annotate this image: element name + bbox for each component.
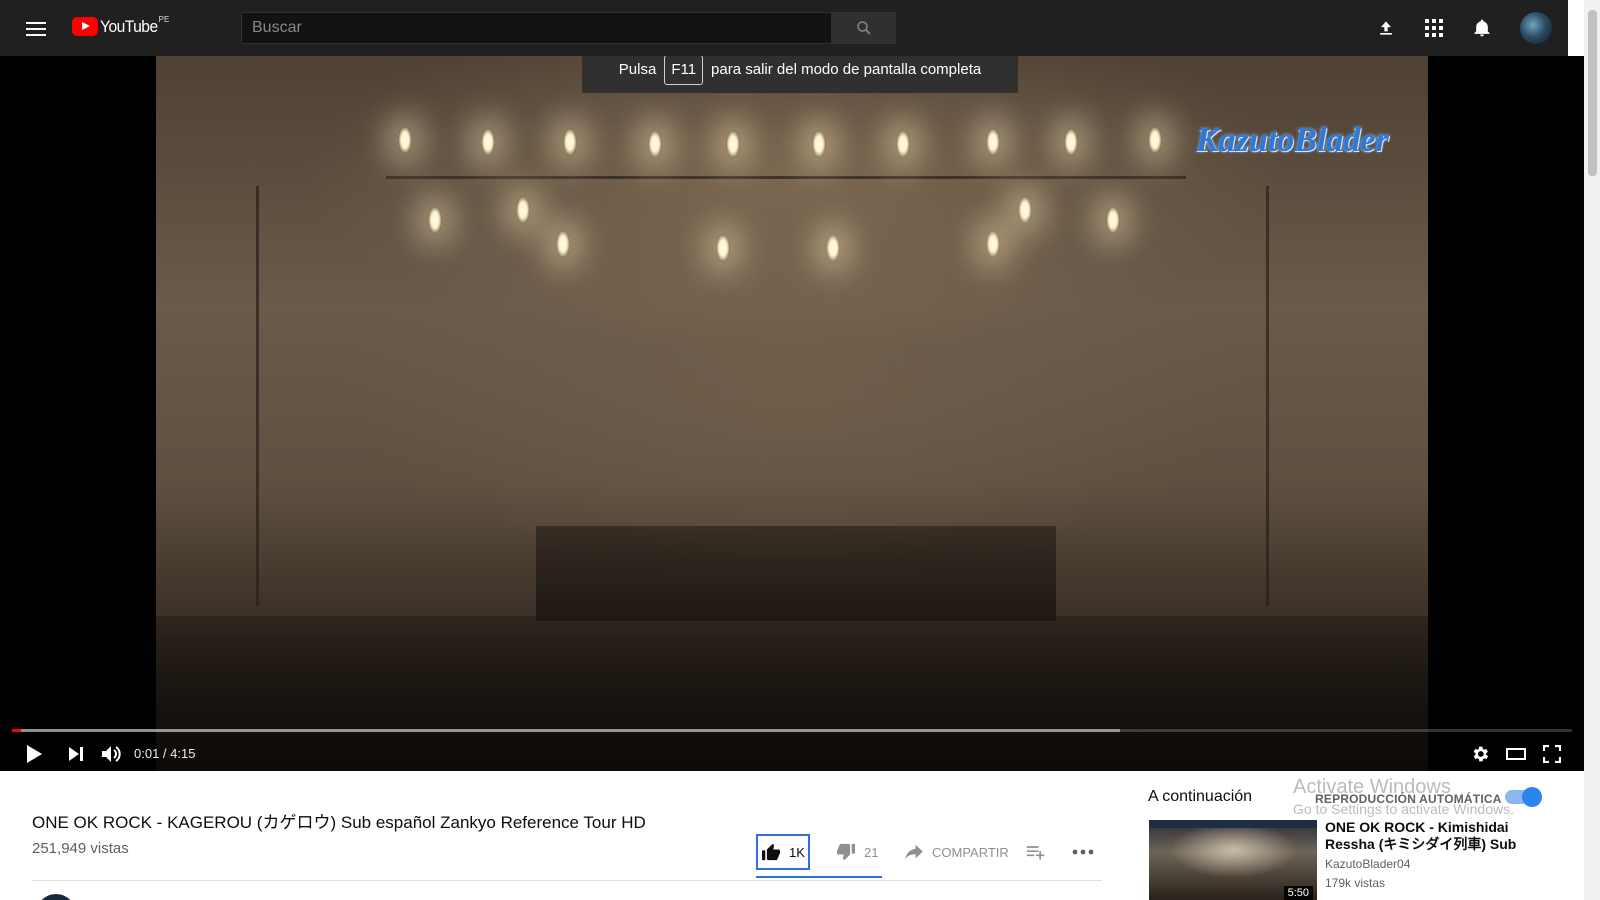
volume-icon[interactable] xyxy=(98,740,126,768)
played-fill xyxy=(12,729,22,732)
video-player[interactable]: KazutoBlader Pulsa F11 para salir del mo… xyxy=(0,56,1584,771)
stage-light xyxy=(812,130,826,158)
dislike-button[interactable]: 21 xyxy=(836,834,878,870)
recommended-video-channel[interactable]: KazutoBlader04 xyxy=(1325,857,1410,871)
autoplay-toggle[interactable] xyxy=(1505,787,1542,807)
logo-text: YouTube xyxy=(100,17,158,36)
play-icon[interactable] xyxy=(20,740,48,768)
thumbs-down-icon xyxy=(837,843,855,861)
toast-key: F11 xyxy=(664,56,704,85)
page-scrollbar[interactable] xyxy=(1584,0,1600,900)
stage-truss xyxy=(256,186,259,606)
toggle-knob xyxy=(1522,787,1542,807)
stage-light xyxy=(556,230,570,258)
logo-country-code: PE xyxy=(158,15,170,24)
sentiment-bar xyxy=(756,876,882,878)
recommended-video-thumbnail[interactable]: 5:50 xyxy=(1149,820,1317,900)
stage-light xyxy=(428,206,442,234)
stage-light xyxy=(648,130,662,158)
video-frame-concert[interactable]: KazutoBlader xyxy=(156,56,1428,771)
stage-light xyxy=(398,126,412,154)
share-button[interactable]: COMPARTIR xyxy=(904,834,1009,870)
more-horizontal-icon xyxy=(1072,849,1094,855)
settings-icon[interactable] xyxy=(1466,740,1494,768)
stage-light xyxy=(516,196,530,224)
stage-truss xyxy=(1266,186,1269,606)
stage-light xyxy=(563,128,577,156)
video-duration: 5:50 xyxy=(1283,886,1313,900)
avatar[interactable] xyxy=(1520,12,1552,44)
thumbs-up-icon xyxy=(762,843,781,861)
search-icon xyxy=(857,21,871,35)
scrollbar-thumb[interactable] xyxy=(1588,10,1597,176)
youtube-logo[interactable]: YouTube PE xyxy=(72,15,170,39)
stage-light xyxy=(726,130,740,158)
recommended-video-title[interactable]: ONE OK ROCK - Kimishidai Ressha (キミシダイ列車… xyxy=(1325,819,1555,853)
toast-prefix: Pulsa xyxy=(618,61,657,78)
thumbnail-banner xyxy=(1149,820,1317,828)
menu-icon[interactable] xyxy=(24,18,48,38)
notifications-icon[interactable] xyxy=(1470,16,1494,40)
stage-light xyxy=(1018,196,1032,224)
video-title: ONE OK ROCK - KAGEROU (カゲロウ) Sub español… xyxy=(32,813,646,832)
stage-light xyxy=(986,230,1000,258)
stage-light xyxy=(716,234,730,262)
fullscreen-exit-toast: Pulsa F11 para salir del modo de pantall… xyxy=(582,56,1018,93)
video-watermark: KazutoBlader xyxy=(1196,122,1389,159)
view-count: 251,949 vistas xyxy=(32,840,129,857)
channel-avatar[interactable] xyxy=(36,894,76,900)
stage-light xyxy=(986,128,1000,156)
share-icon xyxy=(905,844,923,860)
like-count: 1K xyxy=(789,844,805,860)
save-to-playlist-button[interactable] xyxy=(1026,834,1046,870)
stage-light xyxy=(896,130,910,158)
recommended-video-views: 179k vistas xyxy=(1325,876,1386,890)
next-icon[interactable] xyxy=(62,740,90,768)
stage-light xyxy=(1064,128,1078,156)
up-next-heading: A continuación xyxy=(1148,788,1253,805)
dislike-count: 21 xyxy=(864,844,879,860)
stage-truss xyxy=(386,176,1186,179)
more-actions-button[interactable] xyxy=(1072,834,1094,870)
stage-light xyxy=(481,128,495,156)
progress-bar[interactable] xyxy=(12,729,1572,732)
search-input[interactable]: Buscar xyxy=(241,12,832,44)
like-button[interactable]: 1K xyxy=(756,834,810,870)
time-display: 0:01 / 4:15 xyxy=(134,746,196,761)
add-to-playlist-icon xyxy=(1026,846,1045,860)
theater-icon[interactable] xyxy=(1502,740,1530,768)
upload-icon[interactable] xyxy=(1374,16,1398,40)
buffered-fill xyxy=(12,729,1120,732)
youtube-play-logo-icon xyxy=(72,17,98,36)
stage-light xyxy=(1106,206,1120,234)
apps-icon[interactable] xyxy=(1422,16,1446,40)
stage-light xyxy=(1148,126,1162,154)
stage-band xyxy=(536,526,1056,621)
search-button[interactable] xyxy=(832,12,896,44)
toast-suffix: para salir del modo de pantalla completa xyxy=(711,61,982,78)
fullscreen-icon[interactable] xyxy=(1538,740,1566,768)
divider xyxy=(32,880,1102,881)
masthead: YouTube PE Buscar xyxy=(0,0,1568,56)
stage-light xyxy=(826,234,840,262)
autoplay-label: REPRODUCCIÓN AUTOMÁTICA xyxy=(1315,792,1502,806)
share-label: COMPARTIR xyxy=(932,844,1009,860)
player-controls: 0:01 / 4:15 xyxy=(0,736,1584,771)
